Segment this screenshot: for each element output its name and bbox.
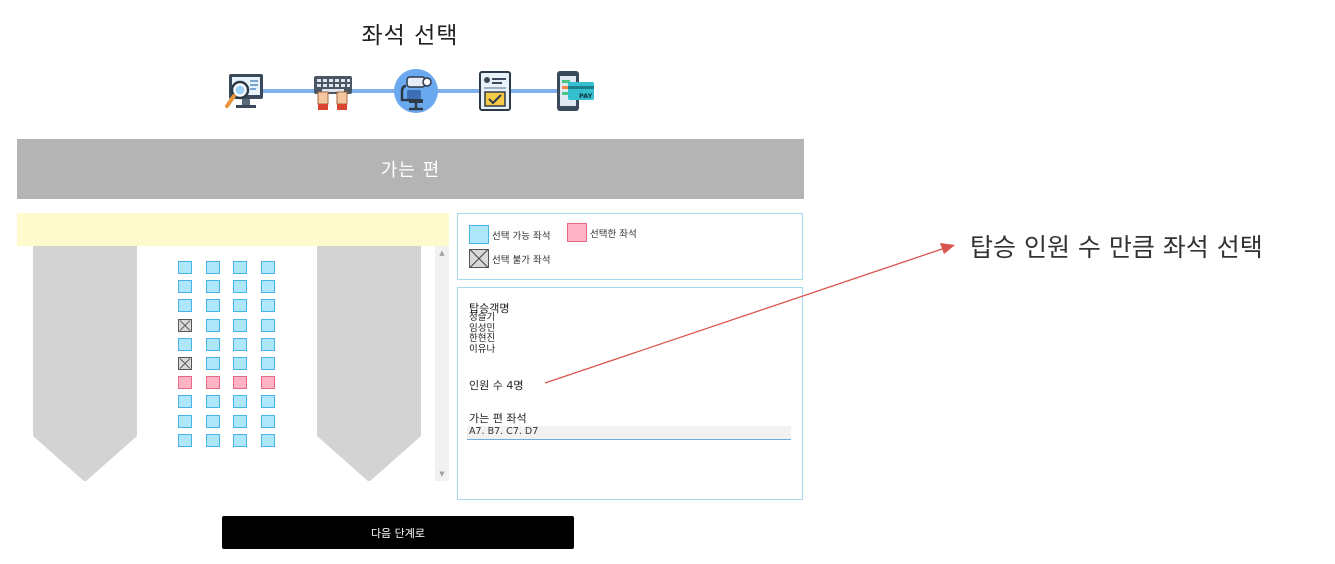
seat-map-right-wing [317, 246, 421, 481]
seat-C1-available[interactable] [233, 261, 247, 274]
legend-selected: 선택한 좌석 [567, 223, 637, 242]
seat-B5-available[interactable] [206, 338, 220, 351]
seat-B4-available[interactable] [206, 319, 220, 332]
legend-unavailable-swatch [469, 249, 489, 268]
seat-C8-available[interactable] [233, 395, 247, 408]
seat-C2-available[interactable] [233, 280, 247, 293]
ticket-document-icon [472, 68, 518, 114]
scroll-down-arrow-icon[interactable]: ▼ [435, 467, 449, 481]
selected-seats-field[interactable]: A7. B7. C7. D7 [467, 426, 791, 440]
seat-map-scrollbar[interactable]: ▲ ▼ [435, 246, 449, 481]
step-progress: PAY [222, 66, 602, 118]
passenger-name: 정슬기 [469, 312, 496, 323]
seat-A2-available[interactable] [178, 280, 192, 293]
seat-D5-available[interactable] [261, 338, 275, 351]
seat-D6-available[interactable] [261, 357, 275, 370]
mobile-payment-icon: PAY [552, 68, 598, 114]
annotation-text: 탑승 인원 수 만큼 좌석 선택 [970, 233, 1263, 262]
seat-B8-available[interactable] [206, 395, 220, 408]
legend-available: 선택 가능 좌석 [469, 225, 550, 244]
legend-selected-label: 선택한 좌석 [590, 228, 637, 240]
seat-C6-available[interactable] [233, 357, 247, 370]
passenger-count: 인원 수 4명 [469, 379, 524, 392]
legend-unavailable: 선택 불가 좌석 [469, 249, 550, 268]
seat-C5-available[interactable] [233, 338, 247, 351]
seat-D3-available[interactable] [261, 299, 275, 312]
passenger-name: 이유나 [469, 343, 496, 355]
pay-badge-text: PAY [579, 92, 593, 100]
seat-C10-available[interactable] [233, 434, 247, 447]
seat-D9-available[interactable] [261, 415, 275, 428]
seat-D10-available[interactable] [261, 434, 275, 447]
keyboard-typing-icon [310, 68, 356, 114]
seat-B2-available[interactable] [206, 280, 220, 293]
seat-A9-available[interactable] [178, 415, 192, 428]
next-step-button[interactable]: 다음 단계로 [222, 516, 574, 549]
seat-C9-available[interactable] [233, 415, 247, 428]
seat-A8-available[interactable] [178, 395, 192, 408]
legend-selected-swatch [567, 223, 587, 242]
seat-A3-available[interactable] [178, 299, 192, 312]
legend-available-label: 선택 가능 좌석 [492, 230, 551, 242]
seat-B1-available[interactable] [206, 261, 220, 274]
seat-map-left-wing [33, 246, 137, 481]
page-title: 좌석 선택 [361, 23, 459, 49]
seat-D1-available[interactable] [261, 261, 275, 274]
seat-D7-selected[interactable] [261, 376, 275, 389]
scroll-up-arrow-icon[interactable]: ▲ [435, 246, 449, 260]
legend-unavailable-label: 선택 불가 좌석 [492, 254, 551, 266]
selected-seats-label: 가는 편 좌석 [469, 412, 527, 425]
seat-B3-available[interactable] [206, 299, 220, 312]
seat-C3-available[interactable] [233, 299, 247, 312]
seat-map-panel: ▲ ▼ [17, 213, 449, 481]
passenger-list: 정슬기 임성민 한현진 이유나 [469, 312, 496, 355]
seat-legend: 선택 가능 좌석 선택한 좌석 선택 불가 좌석 [457, 213, 803, 280]
direction-label: 가는 편 [380, 160, 441, 181]
seat-B6-available[interactable] [206, 357, 220, 370]
booking-info-panel: 탑승객명 정슬기 임성민 한현진 이유나 인원 수 4명 가는 편 좌석 A7.… [457, 287, 803, 500]
seat-B9-available[interactable] [206, 415, 220, 428]
seat-A1-available[interactable] [178, 261, 192, 274]
seat-select-icon [393, 68, 439, 114]
seat-B10-available[interactable] [206, 434, 220, 447]
seat-C4-available[interactable] [233, 319, 247, 332]
seat-A5-available[interactable] [178, 338, 192, 351]
seat-C7-selected[interactable] [233, 376, 247, 389]
direction-bar: 가는 편 [17, 139, 804, 199]
seat-D4-available[interactable] [261, 319, 275, 332]
seat-A4-unavailable [178, 319, 192, 332]
seat-A7-selected[interactable] [178, 376, 192, 389]
seat-A10-available[interactable] [178, 434, 192, 447]
seat-B7-selected[interactable] [206, 376, 220, 389]
passenger-name: 한현진 [469, 333, 496, 344]
legend-available-swatch [469, 225, 489, 244]
seat-map-header-strip [17, 213, 449, 246]
seat-D8-available[interactable] [261, 395, 275, 408]
computer-search-icon [222, 68, 268, 114]
seat-A6-unavailable [178, 357, 192, 370]
seat-D2-available[interactable] [261, 280, 275, 293]
page-root: 좌석 선택 PAY 가는 편 ▲ ▼ 선택 가능 좌석 선택한 좌석 선택 불가… [0, 0, 1335, 564]
